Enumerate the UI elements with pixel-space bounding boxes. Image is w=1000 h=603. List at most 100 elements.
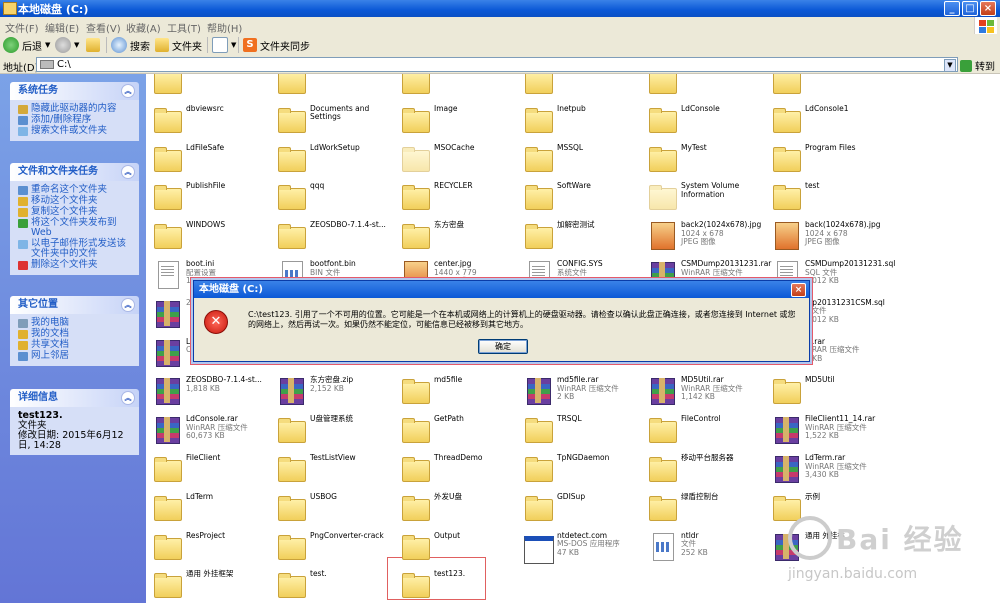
file-item[interactable]: Image: [396, 101, 514, 137]
system-tasks-header[interactable]: 系统任务 ︽: [10, 82, 139, 100]
dialog-title-bar[interactable]: 本地磁盘 (C:): [194, 281, 809, 298]
dropdown-icon[interactable]: ▼: [45, 41, 50, 49]
file-item[interactable]: SoftWare: [519, 178, 637, 214]
file-item[interactable]: CodeUtil: [767, 74, 885, 98]
file-item[interactable]: 外发U盘: [396, 489, 514, 525]
file-item[interactable]: MSSQL: [519, 140, 637, 176]
file-item[interactable]: Program Files: [767, 140, 885, 176]
up-button[interactable]: [86, 37, 103, 53]
file-item[interactable]: USBOG: [272, 489, 390, 525]
file-item[interactable]: 东方密盘.zip 2,152 KB: [272, 372, 390, 408]
file-item[interactable]: LdConsole: [643, 101, 761, 137]
file-item[interactable]: ZEOSDBO-7.1.4-st...: [272, 217, 390, 253]
other-places-header[interactable]: 其它位置 ︽: [10, 296, 139, 314]
minimize-button[interactable]: _: [944, 1, 960, 16]
file-item[interactable]: TRSQL: [519, 411, 637, 447]
file-item[interactable]: Access2MySql: [396, 74, 514, 98]
file-item[interactable]: Documents and Settings: [272, 101, 390, 137]
file-item[interactable]: MD5Util: [767, 372, 885, 408]
menu-edit[interactable]: 编辑(E): [45, 20, 79, 35]
menu-help[interactable]: 帮助(H): [207, 20, 242, 35]
file-item[interactable]: System Volume Information: [643, 178, 761, 214]
menu-favorites[interactable]: 收藏(A): [126, 20, 161, 35]
file-item[interactable]: LdConsole1: [767, 101, 885, 137]
collapse-icon[interactable]: ︽: [121, 391, 135, 405]
details-header[interactable]: 详细信息 ︽: [10, 389, 139, 407]
file-item[interactable]: 加解密测试: [519, 217, 637, 253]
file-item[interactable]: ZEOSDBO-7.1.4-st... 1,818 KB: [148, 372, 266, 408]
collapse-icon[interactable]: ︽: [121, 84, 135, 98]
close-button[interactable]: ×: [980, 1, 996, 16]
file-item[interactable]: $Ti3sBak: [148, 74, 266, 98]
go-button[interactable]: 转到: [960, 58, 995, 73]
rename-folder-link[interactable]: 重命名这个文件夹: [18, 185, 135, 195]
file-item[interactable]: 通用 外挂框架: [148, 566, 266, 602]
file-item[interactable]: md5file.rar WinRAR 压缩文件 2 KB: [519, 372, 637, 408]
dropdown-icon[interactable]: ▼: [231, 41, 236, 49]
file-item[interactable]: test123.: [396, 566, 514, 602]
publish-web-link[interactable]: 将这个文件夹发布到 Web: [18, 218, 135, 238]
file-item[interactable]: test.: [272, 566, 390, 602]
file-item[interactable]: PngConverter-crack: [272, 528, 390, 564]
file-item[interactable]: MD5Util.rar WinRAR 压缩文件 1,142 KB: [643, 372, 761, 408]
menu-tools[interactable]: 工具(T): [167, 20, 201, 35]
shared-documents-link[interactable]: 共享文档: [18, 340, 135, 350]
ok-button[interactable]: 确定: [478, 339, 528, 354]
file-item[interactable]: ThreadDemo: [396, 450, 514, 486]
forward-button[interactable]: ▼: [55, 37, 79, 53]
file-item[interactable]: GDISup: [519, 489, 637, 525]
address-input[interactable]: C:\ ▼: [36, 57, 958, 72]
file-item[interactable]: AnyView: [519, 74, 637, 98]
back-button[interactable]: 后退 ▼: [3, 37, 50, 53]
file-item[interactable]: MSOCache: [396, 140, 514, 176]
address-dropdown-button[interactable]: ▼: [944, 59, 956, 72]
delete-folder-link[interactable]: 删除这个文件夹: [18, 260, 135, 270]
folder-sync-button[interactable]: S 文件夹同步: [243, 37, 310, 53]
file-item[interactable]: U盘管理系统: [272, 411, 390, 447]
file-item[interactable]: MyTest: [643, 140, 761, 176]
file-item[interactable]: GetPath: [396, 411, 514, 447]
copy-folder-link[interactable]: 复制这个文件夹: [18, 207, 135, 217]
file-item[interactable]: Output: [396, 528, 514, 564]
file-item[interactable]: WINDOWS: [148, 217, 266, 253]
collapse-icon[interactable]: ︽: [121, 165, 135, 179]
file-item[interactable]: 东方密盘: [396, 217, 514, 253]
my-documents-link[interactable]: 我的文档: [18, 329, 135, 339]
network-places-link[interactable]: 网上邻居: [18, 351, 135, 361]
window-title-bar[interactable]: 本地磁盘 (C:) _ □ ×: [0, 0, 1000, 17]
file-item[interactable]: LdTerm: [148, 489, 266, 525]
file-item[interactable]: TestListView: [272, 450, 390, 486]
add-remove-programs-link[interactable]: 添加/删除程序: [18, 115, 135, 125]
file-item[interactable]: FileClient: [148, 450, 266, 486]
file-item[interactable]: test: [767, 178, 885, 214]
file-item[interactable]: LdConsole.rar WinRAR 压缩文件 60,673 KB: [148, 411, 266, 447]
file-tasks-header[interactable]: 文件和文件夹任务 ︽: [10, 163, 139, 181]
file-item[interactable]: back(1024x678).jpg 1024 x 678 JPEG 图像: [767, 217, 885, 253]
maximize-button[interactable]: □: [962, 1, 978, 16]
file-item[interactable]: FileControl: [643, 411, 761, 447]
collapse-icon[interactable]: ︽: [121, 298, 135, 312]
file-item[interactable]: dbviewsrc: [148, 101, 266, 137]
file-item[interactable]: RECYCLER: [396, 178, 514, 214]
file-item[interactable]: TpNGDaemon: [519, 450, 637, 486]
file-item[interactable]: ResProject: [148, 528, 266, 564]
email-folder-link[interactable]: 以电子邮件形式发送该文件夹中的文件: [18, 239, 135, 259]
file-item[interactable]: LdTerm.rar WinRAR 压缩文件 3,430 KB: [767, 450, 885, 486]
views-button[interactable]: ▼: [212, 37, 236, 53]
file-item[interactable]: back2(1024x678).jpg 1024 x 678 JPEG 图像: [643, 217, 761, 253]
file-item[interactable]: LdWorkSetup: [272, 140, 390, 176]
file-item[interactable]: Inetpub: [519, 101, 637, 137]
file-item[interactable]: 移动平台服务器: [643, 450, 761, 486]
search-files-link[interactable]: 搜索文件或文件夹: [18, 126, 135, 136]
file-item[interactable]: md5file: [396, 372, 514, 408]
file-item[interactable]: PublishFile: [148, 178, 266, 214]
dialog-close-button[interactable]: ×: [791, 283, 806, 297]
file-item[interactable]: LdFileSafe: [148, 140, 266, 176]
my-computer-link[interactable]: 我的电脑: [18, 318, 135, 328]
hide-drive-contents-link[interactable]: 隐藏此驱动器的内容: [18, 104, 135, 114]
file-item[interactable]: 绿盾控制台: [643, 489, 761, 525]
search-button[interactable]: 搜索: [111, 37, 150, 53]
file-item[interactable]: abc: [272, 74, 390, 98]
dropdown-icon[interactable]: ▼: [74, 41, 79, 49]
file-item[interactable]: ntdetect.com MS-DOS 应用程序 47 KB: [519, 528, 637, 564]
